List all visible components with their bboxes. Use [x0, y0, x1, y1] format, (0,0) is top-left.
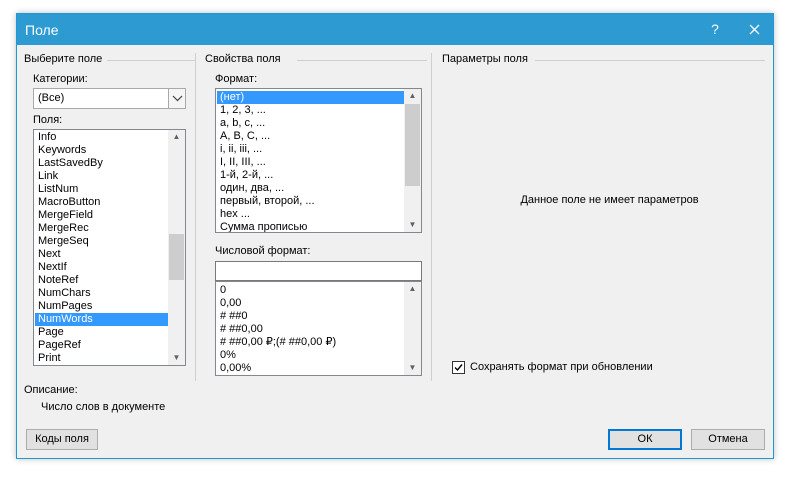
- description-label: Описание:: [24, 384, 78, 396]
- field-list-item[interactable]: Keywords: [35, 144, 168, 157]
- categories-dropdown[interactable]: (Все): [33, 88, 186, 109]
- numeric-format-list-item[interactable]: # ##0: [217, 310, 404, 323]
- help-button[interactable]: ?: [697, 14, 733, 45]
- fields-items: Info Keywords LastSavedBy Link ListNum MacroB…: [35, 131, 168, 365]
- scroll-up-arrow-icon[interactable]: ▲: [404, 89, 421, 103]
- field-list-item[interactable]: LastSavedBy: [35, 157, 168, 170]
- preserve-format-label[interactable]: Сохранять формат при обновлении: [470, 361, 653, 373]
- scroll-up-arrow-icon[interactable]: ▲: [404, 282, 421, 296]
- format-list-item[interactable]: hex ...: [217, 208, 404, 221]
- title-bar: Поле ?: [17, 14, 773, 45]
- field-list-item[interactable]: ListNum: [35, 183, 168, 196]
- ok-button[interactable]: ОК: [608, 429, 682, 450]
- scroll-up-arrow-icon[interactable]: ▲: [168, 130, 185, 144]
- scrollbar-thumb[interactable]: [169, 234, 184, 280]
- format-list-item[interactable]: A, B, C, ...: [217, 130, 404, 143]
- format-list-item[interactable]: один, два, ...: [217, 182, 404, 195]
- field-list-item[interactable]: Page: [35, 326, 168, 339]
- format-items: (нет) 1, 2, 3, ... a, b, c, ... A, B, C, ..…: [217, 91, 404, 232]
- numeric-format-list-item[interactable]: 0,00: [217, 297, 404, 310]
- numeric-format-list-item[interactable]: 0: [217, 284, 404, 297]
- categories-value: (Все): [38, 92, 65, 104]
- checkmark-icon: [454, 364, 463, 372]
- format-scrollbar[interactable]: ▲ ▼: [404, 89, 421, 232]
- field-properties-section-title: Свойства поля: [205, 53, 281, 65]
- format-list-item[interactable]: первый, второй, ...: [217, 195, 404, 208]
- field-list-item[interactable]: NumChars: [35, 287, 168, 300]
- field-dialog: Поле ? Выберите поле Категории: (Все) По…: [16, 13, 774, 459]
- field-list-item[interactable]: Print: [35, 352, 168, 365]
- field-parameters-section-title: Параметры поля: [442, 53, 528, 65]
- format-list-item[interactable]: I, II, III, ...: [217, 156, 404, 169]
- dropdown-button[interactable]: [168, 89, 185, 108]
- field-list-item[interactable]: NextIf: [35, 261, 168, 274]
- scroll-down-arrow-icon[interactable]: ▼: [168, 351, 185, 365]
- numeric-format-scrollbar[interactable]: ▲ ▼: [404, 282, 421, 375]
- field-list-item[interactable]: Next: [35, 248, 168, 261]
- field-list-item[interactable]: Link: [35, 170, 168, 183]
- preserve-format-checkbox[interactable]: [452, 361, 465, 374]
- numeric-format-listbox[interactable]: 0 0,00 # ##0 # ##0,00 # ##0,00 ₽;(# ##0,00 ₽…: [215, 281, 422, 376]
- chevron-down-icon: [172, 95, 183, 102]
- format-list-item[interactable]: Сумма прописью: [217, 221, 404, 232]
- scroll-down-arrow-icon[interactable]: ▼: [404, 361, 421, 375]
- description-text: Число слов в документе: [41, 401, 166, 413]
- close-button[interactable]: [736, 14, 772, 45]
- format-list-item[interactable]: a, b, c, ...: [217, 117, 404, 130]
- field-list-item[interactable]: MergeField: [35, 209, 168, 222]
- field-list-item[interactable]: NoteRef: [35, 274, 168, 287]
- separator: [297, 60, 427, 61]
- no-parameters-text: Данное поле не имеет параметров: [520, 194, 699, 206]
- format-label: Формат:: [215, 73, 258, 85]
- field-list-item[interactable]: MergeSeq: [35, 235, 168, 248]
- fields-listbox[interactable]: Info Keywords LastSavedBy Link ListNum MacroB…: [33, 129, 186, 366]
- numeric-format-items: 0 0,00 # ##0 # ##0,00 # ##0,00 ₽;(# ##0,00 ₽…: [217, 284, 404, 375]
- field-codes-button[interactable]: Коды поля: [26, 429, 98, 450]
- close-icon: [749, 24, 759, 35]
- select-field-section-title: Выберите поле: [24, 53, 103, 65]
- numeric-format-list-item[interactable]: 0%: [217, 349, 404, 362]
- scrollbar-thumb[interactable]: [405, 104, 420, 186]
- numeric-format-list-item[interactable]: # ##0,00 ₽;(# ##0,00 ₽): [217, 336, 404, 349]
- categories-label: Категории:: [33, 73, 88, 85]
- field-list-item[interactable]: NumWords: [35, 313, 168, 326]
- format-list-item[interactable]: 1-й, 2-й, ...: [217, 169, 404, 182]
- separator: [535, 60, 765, 61]
- field-list-item[interactable]: PageRef: [35, 339, 168, 352]
- field-list-item[interactable]: NumPages: [35, 300, 168, 313]
- format-list-item[interactable]: i, ii, iii, ...: [217, 143, 404, 156]
- format-list-item[interactable]: 1, 2, 3, ...: [217, 104, 404, 117]
- numeric-format-list-item[interactable]: # ##0,00: [217, 323, 404, 336]
- separator: [431, 53, 432, 381]
- format-list-item[interactable]: (нет): [217, 91, 404, 104]
- field-list-item[interactable]: Info: [35, 131, 168, 144]
- separator: [107, 60, 195, 61]
- field-list-item[interactable]: MacroButton: [35, 196, 168, 209]
- scroll-down-arrow-icon[interactable]: ▼: [404, 218, 421, 232]
- fields-label: Поля:: [33, 114, 63, 126]
- field-list-item[interactable]: MergeRec: [35, 222, 168, 235]
- separator: [195, 53, 196, 381]
- dialog-title: Поле: [25, 22, 59, 38]
- numeric-format-input[interactable]: [215, 261, 422, 281]
- format-listbox[interactable]: (нет) 1, 2, 3, ... a, b, c, ... A, B, C, ..…: [215, 88, 422, 233]
- fields-scrollbar[interactable]: ▲ ▼: [168, 130, 185, 365]
- numeric-format-label: Числовой формат:: [215, 245, 311, 257]
- cancel-button[interactable]: Отмена: [691, 429, 765, 450]
- numeric-format-list-item[interactable]: 0,00%: [217, 362, 404, 375]
